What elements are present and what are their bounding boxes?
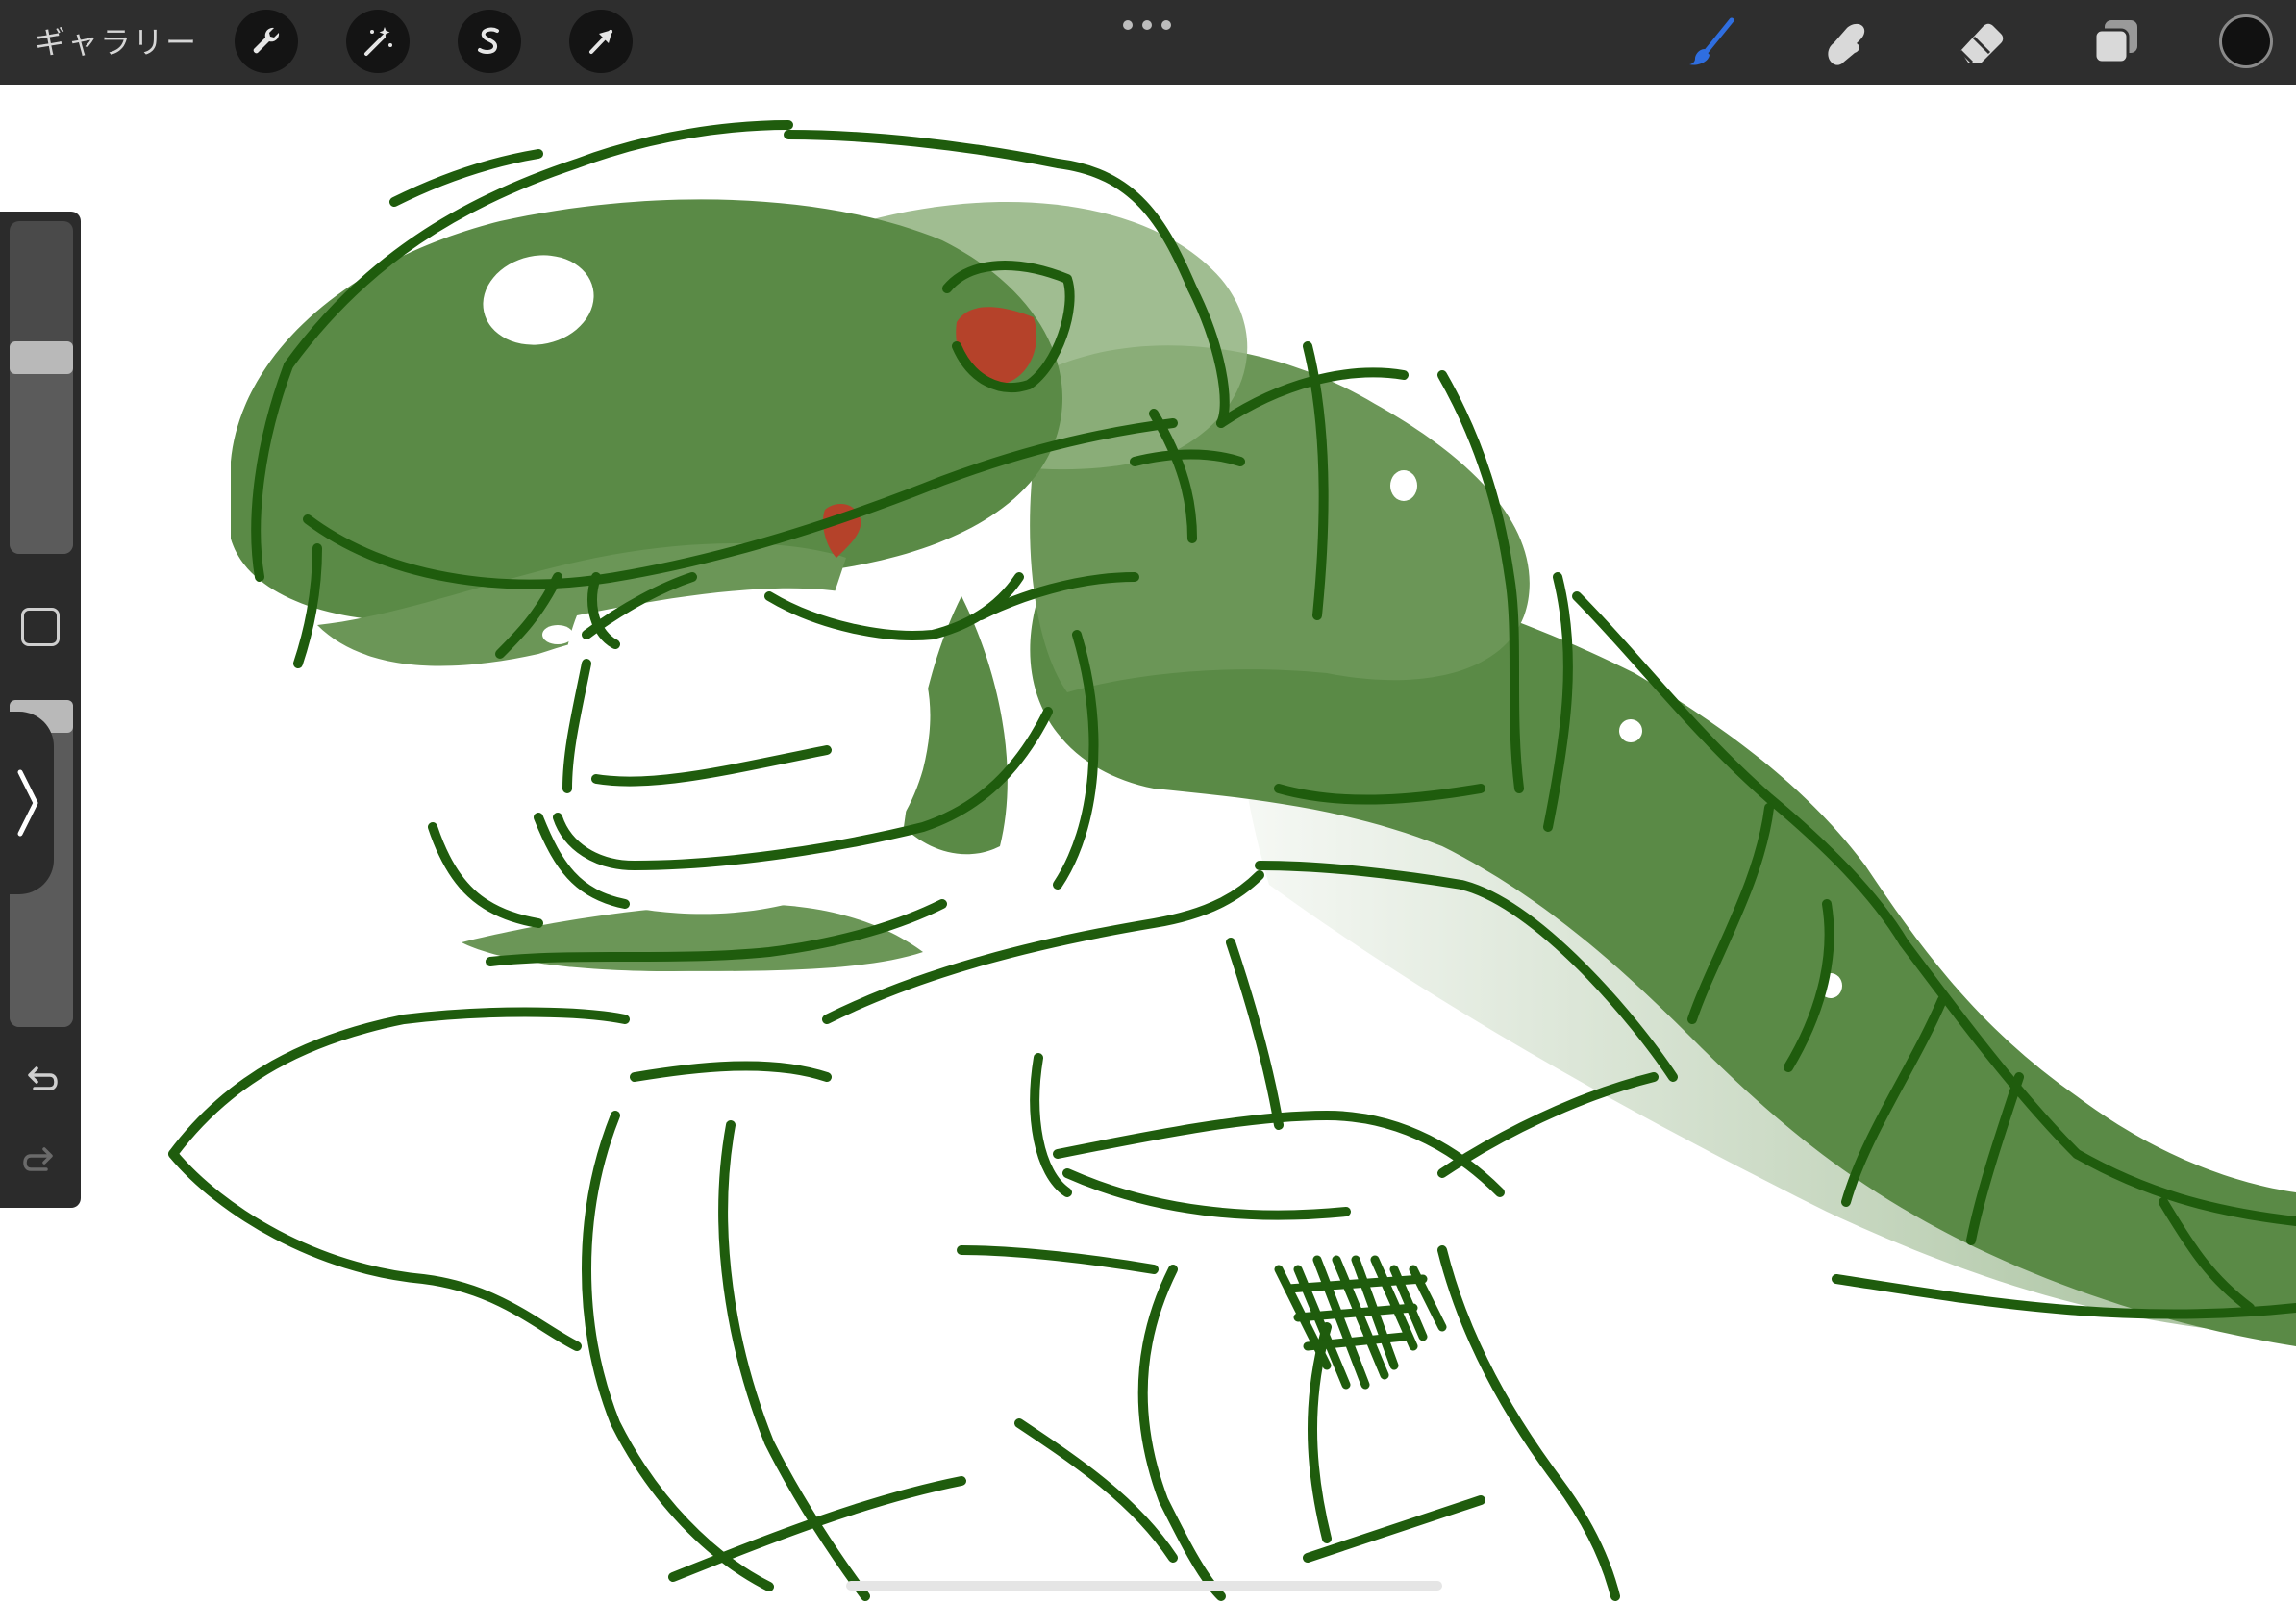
- square-modify-icon[interactable]: [21, 608, 60, 646]
- arrow-cursor-icon: [589, 30, 612, 54]
- dot: [1123, 20, 1133, 30]
- adjustments-button[interactable]: [346, 10, 410, 73]
- chevron-right-icon: [17, 769, 38, 837]
- selection-button[interactable]: [458, 10, 521, 73]
- brush-size-thumb[interactable]: [10, 340, 73, 374]
- smudge-tool-button[interactable]: [1817, 13, 1875, 71]
- undo-button[interactable]: [19, 1058, 62, 1100]
- procreate-app: ギャラリー: [0, 0, 2296, 1604]
- smudge-finger-icon: [1828, 23, 1865, 65]
- wrench-icon: [253, 27, 280, 54]
- home-indicator: [846, 1581, 1442, 1591]
- eraser-tool-button[interactable]: [1952, 13, 2009, 71]
- brush-size-fill: [10, 357, 73, 554]
- brush-tool-button[interactable]: [1683, 13, 1740, 71]
- color-picker-button[interactable]: [2219, 14, 2273, 68]
- redo-icon: [23, 1147, 53, 1171]
- gallery-button[interactable]: ギャラリー: [35, 21, 198, 63]
- layers-icon: [2093, 20, 2137, 64]
- layers-tool-button[interactable]: [2086, 13, 2144, 71]
- brush-icon: [1689, 17, 1734, 65]
- drawing-canvas[interactable]: [0, 85, 2296, 1604]
- scribble-shading: [1274, 1255, 1447, 1390]
- sidebar-collapse-tab[interactable]: [0, 712, 54, 894]
- magic-wand-icon: [364, 27, 392, 56]
- dot: [1142, 20, 1152, 30]
- redo-button[interactable]: [19, 1139, 62, 1181]
- top-toolbar: ギャラリー: [0, 0, 2296, 85]
- actions-button[interactable]: [235, 10, 298, 73]
- left-sidebar: [0, 212, 81, 1208]
- dot: [1161, 20, 1171, 30]
- transform-button[interactable]: [569, 10, 633, 73]
- eraser-icon: [1959, 23, 2004, 64]
- more-dots-icon[interactable]: [1123, 17, 1171, 33]
- sketch-artwork: [168, 120, 2296, 1601]
- brush-size-slider[interactable]: [10, 221, 73, 554]
- selection-s-icon: [478, 27, 499, 54]
- undo-icon: [28, 1066, 58, 1090]
